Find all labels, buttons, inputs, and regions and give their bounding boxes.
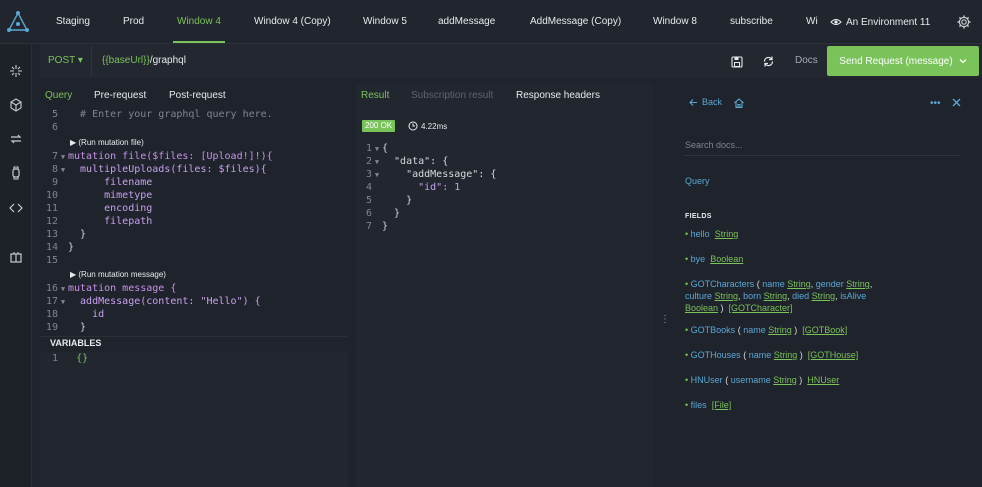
docs-query-link[interactable]: Query: [685, 176, 710, 186]
fields-section-title: FIELDS: [685, 213, 712, 220]
tab-post-request[interactable]: Post-request: [169, 90, 226, 101]
code-line: 6 }: [365, 208, 401, 219]
tab-response-headers[interactable]: Response headers: [516, 90, 600, 101]
environment-label: An Environment 11: [846, 16, 931, 28]
variables-title[interactable]: VARIABLES: [50, 338, 101, 348]
window-tab[interactable]: subscribe: [730, 0, 773, 44]
send-request-button[interactable]: Send Request (message): [827, 46, 979, 76]
window-tab[interactable]: Prod: [123, 0, 144, 44]
result-viewer[interactable]: 1 ▼{ 2 ▼ "data": { 3 ▼ "addMessage": { 4 "i…: [362, 142, 652, 242]
window-tab[interactable]: AddMessage (Copy): [530, 0, 621, 44]
code-line: 5 # Enter your graphql query here.: [51, 109, 273, 120]
divider: [91, 46, 92, 76]
variables-line: 1 {}: [51, 353, 89, 364]
code-line: 7 }: [365, 221, 389, 232]
arrow-left-icon: [689, 98, 697, 106]
app-logo[interactable]: [0, 0, 36, 44]
docs-field-item[interactable]: • GOTCharacters ( name String, gender St…: [685, 278, 975, 314]
save-icon[interactable]: [731, 56, 743, 68]
window-tab[interactable]: Window 4 (Copy): [254, 0, 331, 44]
docs-search-input[interactable]: [685, 134, 961, 156]
url-input[interactable]: {{baseUrl}}/graphql: [102, 44, 186, 78]
code-line: 9 filename: [51, 177, 153, 188]
more-options-icon[interactable]: •••: [930, 98, 941, 109]
home-icon[interactable]: [733, 97, 745, 109]
window-tab[interactable]: Wi: [806, 0, 818, 44]
code-line: 3 ▼ "addMessage": {: [365, 169, 497, 180]
code-line: 4 "id": 1: [365, 182, 461, 193]
watch-icon[interactable]: [8, 165, 24, 181]
window-tab[interactable]: Window 8: [653, 0, 697, 44]
window-tab[interactable]: Staging: [56, 0, 90, 44]
docs-field-item[interactable]: • files [File]: [685, 399, 975, 411]
query-editor[interactable]: 5 # Enter your graphql query here. 6 ▶ (…: [40, 108, 348, 336]
docs-field-item[interactable]: • GOTBooks ( name String ) [GOTBook]: [685, 324, 975, 336]
code-line: 19 }: [45, 322, 87, 333]
run-mutation-file-label: (Run mutation file): [78, 138, 144, 147]
http-method-label: POST: [48, 55, 76, 66]
refresh-icon[interactable]: [762, 55, 775, 68]
code-line: 12 filepath: [45, 216, 153, 227]
eye-icon: [830, 19, 842, 25]
docs-field-item[interactable]: • GOTHouses ( name String ) [GOTHouse]: [685, 349, 975, 361]
http-method-selector[interactable]: POST ▾: [48, 44, 83, 78]
window-tab[interactable]: Window 5: [363, 0, 407, 44]
settings-gear-icon[interactable]: [956, 14, 972, 30]
run-mutation-message-label: (Run mutation message): [78, 270, 166, 279]
tab-pre-request[interactable]: Pre-request: [94, 90, 146, 101]
variables-editor[interactable]: [40, 352, 348, 487]
status-badge: 200 OK: [362, 120, 396, 132]
code-line: 1 ▼{: [365, 143, 389, 154]
docs-field-item[interactable]: • HNUser ( username String ) HNUser: [685, 374, 975, 386]
docs-field-item[interactable]: • hello String: [685, 228, 975, 240]
code-line: 16 ▼ mutation message {: [45, 283, 177, 294]
code-line: 18 id: [45, 309, 105, 320]
altair-logo-icon: [7, 11, 29, 32]
docs-button[interactable]: Docs: [795, 44, 818, 78]
chevron-down-icon[interactable]: [959, 57, 967, 65]
plugin-icon[interactable]: [8, 249, 24, 265]
code-line: 8 ▼ multipleUploads(files: $files){: [51, 164, 267, 175]
code-icon[interactable]: [8, 200, 24, 216]
url-variable: {{baseUrl}}: [102, 55, 150, 66]
run-mutation-file-link[interactable]: ▶ (Run mutation file): [70, 136, 144, 149]
code-line: 13 }: [45, 229, 87, 240]
docs-field-item[interactable]: • bye Boolean: [685, 253, 975, 265]
code-line: 11 encoding: [45, 203, 153, 214]
environment-selector[interactable]: An Environment 11: [830, 0, 930, 44]
clock-icon: [408, 121, 418, 131]
window-tab-active[interactable]: Window 4: [173, 0, 225, 44]
response-time-value: 4.22ms: [421, 121, 448, 131]
run-mutation-message-link[interactable]: ▶ (Run mutation message): [70, 268, 166, 281]
code-line: 5 }: [365, 195, 413, 206]
code-line: 6: [51, 122, 58, 133]
close-icon[interactable]: [951, 97, 962, 108]
window-tab[interactable]: addMessage: [438, 0, 495, 44]
docs-back-button[interactable]: Back: [689, 97, 722, 107]
tab-subscription-result[interactable]: Subscription result: [411, 90, 493, 101]
tab-result[interactable]: Result: [361, 90, 389, 101]
code-line: 10 mimetype: [45, 190, 153, 201]
url-path: /graphql: [149, 55, 186, 66]
code-line: 2 ▼ "data": {: [365, 156, 449, 167]
code-line: 14 }: [45, 242, 75, 253]
code-line: 17 ▼ addMessage(content: "Hello") {: [45, 296, 261, 307]
panel-resize-handle[interactable]: ⋮: [660, 314, 670, 326]
swap-icon[interactable]: [8, 131, 24, 147]
cube-icon[interactable]: [8, 97, 24, 113]
code-line: 7 ▼ mutation file($files: [Upload!]!){: [51, 151, 273, 162]
send-request-label: Send Request (message): [839, 55, 953, 67]
docs-back-label: Back: [702, 97, 723, 107]
response-time: 4.22ms: [408, 119, 447, 133]
code-line: 15: [45, 255, 58, 266]
tab-query[interactable]: Query: [45, 90, 72, 101]
sparkle-icon[interactable]: [8, 63, 24, 79]
